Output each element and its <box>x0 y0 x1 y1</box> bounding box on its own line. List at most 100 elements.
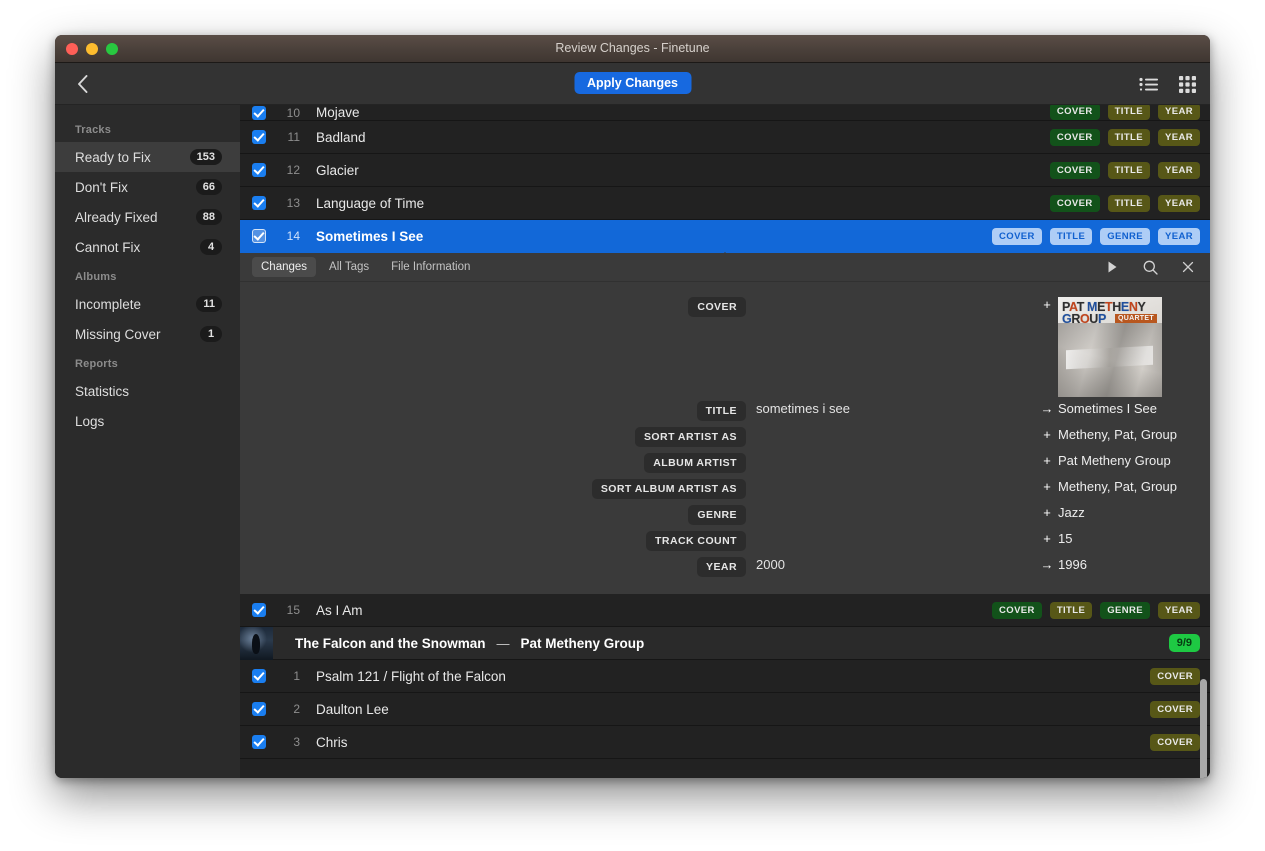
field-old-value-track-count <box>746 528 1036 531</box>
table-row[interactable]: 10 Mojave COVER TITLE YEAR <box>240 105 1210 121</box>
tab-file-information[interactable]: File Information <box>382 257 479 277</box>
field-old-value-title: sometimes i see <box>756 401 850 416</box>
sidebar-item-already-fixed[interactable]: Already Fixed 88 <box>55 202 240 232</box>
row-checkbox[interactable] <box>252 735 266 749</box>
album-cover-art[interactable]: PAT METHENY GROUP QUARTET <box>1058 297 1162 397</box>
row-title: Language of Time <box>316 195 425 211</box>
row-checkbox[interactable] <box>252 163 266 177</box>
sidebar-item-statistics[interactable]: Statistics <box>55 376 240 406</box>
search-button[interactable] <box>1142 259 1158 275</box>
sidebar-section-albums: Albums Incomplete 11 Missing Cover 1 <box>55 262 240 349</box>
row-checkbox[interactable] <box>252 669 266 683</box>
table-row-selected[interactable]: 14 Sometimes I See COVER TITLE GENRE YEA… <box>240 220 1210 263</box>
row-checkbox[interactable] <box>252 196 266 210</box>
row-tags: COVER TITLE YEAR <box>1049 161 1200 179</box>
scrollbar-thumb[interactable] <box>1200 679 1207 778</box>
field-new-value-sort-artist-as: Metheny, Pat, Group <box>1058 427 1177 442</box>
row-tags: COVER TITLE GENRE YEAR <box>992 227 1200 245</box>
sidebar-item-count: 11 <box>196 296 222 312</box>
sidebar-section-tracks: Tracks Ready to Fix 153 Don't Fix 66 Alr… <box>55 115 240 262</box>
table-row[interactable]: 3 Chris COVER <box>240 726 1210 759</box>
table-row[interactable]: 11 Badland COVER TITLE YEAR <box>240 121 1210 154</box>
field-new-value-cover: PAT METHENY GROUP QUARTET <box>1058 294 1210 397</box>
tag-cover: COVER <box>1150 700 1200 718</box>
row-number: 10 <box>286 106 300 120</box>
sidebar-section-header: Albums <box>75 271 117 283</box>
app-window: Review Changes - Finetune Apply Changes <box>55 35 1210 778</box>
row-number: 2 <box>293 702 300 716</box>
field-old-value-genre <box>746 502 1036 505</box>
row-tags: COVER <box>1150 700 1200 718</box>
sidebar-item-incomplete[interactable]: Incomplete 11 <box>55 289 240 319</box>
sidebar-item-label: Don't Fix <box>75 179 128 195</box>
tag-cover: COVER <box>1049 128 1100 146</box>
row-title: Psalm 121 / Flight of the Falcon <box>316 668 506 684</box>
tag-cover: COVER <box>1049 161 1100 179</box>
field-change-sign-genre: + <box>1043 505 1051 520</box>
row-checkbox[interactable] <box>252 603 266 617</box>
sidebar-item-count: 88 <box>195 209 222 225</box>
row-checkbox[interactable] <box>252 702 266 716</box>
window-title: Review Changes - Finetune <box>555 41 710 55</box>
close-detail-button[interactable] <box>1180 259 1196 275</box>
field-new-value-genre: Jazz <box>1058 505 1085 520</box>
sidebar-item-missing-cover[interactable]: Missing Cover 1 <box>55 319 240 349</box>
row-checkbox[interactable] <box>252 229 266 243</box>
sidebar-item-label: Logs <box>75 413 105 429</box>
table-row[interactable]: 15 As I Am COVER TITLE GENRE YEAR <box>240 594 1210 627</box>
grid-view-button[interactable] <box>1176 75 1198 93</box>
view-mode-toggle <box>1138 63 1198 105</box>
field-new-value-album-artist: Pat Metheny Group <box>1058 453 1171 468</box>
row-checkbox[interactable] <box>252 130 266 144</box>
row-title: Chris <box>316 734 348 750</box>
album-group-row[interactable]: The Falcon and the Snowman — Pat Metheny… <box>240 626 1210 660</box>
field-label-album-artist: ALBUM ARTIST <box>644 453 746 473</box>
field-row-album-artist: ALBUM ARTIST + Pat Metheny Group <box>240 450 1210 476</box>
sidebar-section-header: Reports <box>75 358 118 370</box>
field-new-value-title: Sometimes I See <box>1058 401 1157 416</box>
table-row[interactable]: 12 Glacier COVER TITLE YEAR <box>240 154 1210 187</box>
apply-changes-button[interactable]: Apply Changes <box>574 72 691 94</box>
field-label-wrap: GENRE <box>240 502 746 525</box>
field-old-value-sort-artist-as <box>746 424 1036 427</box>
tab-all-tags[interactable]: All Tags <box>320 257 378 277</box>
field-label-genre: GENRE <box>688 505 746 525</box>
field-change-sign-track-count: + <box>1043 531 1051 546</box>
window-body: Tracks Ready to Fix 153 Don't Fix 66 Alr… <box>55 105 1210 778</box>
tag-cover: COVER <box>992 601 1042 619</box>
app-toolbar: Apply Changes <box>55 63 1210 105</box>
row-number: 14 <box>286 229 300 243</box>
row-checkbox[interactable] <box>252 106 266 120</box>
sidebar-item-label: Statistics <box>75 383 130 399</box>
tag-title: TITLE <box>1049 227 1093 245</box>
cover-art-line2: GROUP <box>1062 312 1106 326</box>
row-tags: COVER TITLE YEAR <box>1049 194 1200 212</box>
album-name: The Falcon and the Snowman <box>295 635 486 651</box>
field-label-wrap: TRACK COUNT <box>240 528 746 551</box>
tab-changes[interactable]: Changes <box>252 257 317 277</box>
sidebar-item-label: Missing Cover <box>75 326 161 342</box>
chevron-left-icon <box>77 75 87 93</box>
table-row[interactable]: 1 Psalm 121 / Flight of the Falcon COVER <box>240 660 1210 693</box>
tag-year: YEAR <box>1158 601 1200 619</box>
detail-pointer-triangle <box>714 252 736 263</box>
vertical-scrollbar[interactable] <box>1199 679 1208 778</box>
tag-year: YEAR <box>1158 194 1200 212</box>
tag-cover: COVER <box>1049 105 1100 120</box>
sidebar-item-ready-to-fix[interactable]: Ready to Fix 153 <box>55 142 240 172</box>
play-button[interactable] <box>1104 259 1120 275</box>
field-change-sign-sort-album-artist-as: + <box>1043 479 1051 494</box>
tag-title: TITLE <box>1107 105 1150 120</box>
table-row[interactable]: 13 Language of Time COVER TITLE YEAR <box>240 187 1210 220</box>
list-view-button[interactable] <box>1138 75 1160 93</box>
sidebar-item-count: 1 <box>200 326 222 342</box>
sidebar-item-dont-fix[interactable]: Don't Fix 66 <box>55 172 240 202</box>
table-row[interactable]: 2 Daulton Lee COVER <box>240 693 1210 726</box>
field-row-cover: COVER + PAT METHENY GROUP QUARTET <box>240 294 1210 398</box>
field-label-wrap: YEAR <box>240 554 746 577</box>
field-label-wrap: COVER <box>240 294 746 317</box>
sidebar-item-label: Incomplete <box>75 296 142 312</box>
sidebar-item-cannot-fix[interactable]: Cannot Fix 4 <box>55 232 240 262</box>
back-button[interactable] <box>65 63 99 105</box>
sidebar-item-logs[interactable]: Logs <box>55 406 240 436</box>
